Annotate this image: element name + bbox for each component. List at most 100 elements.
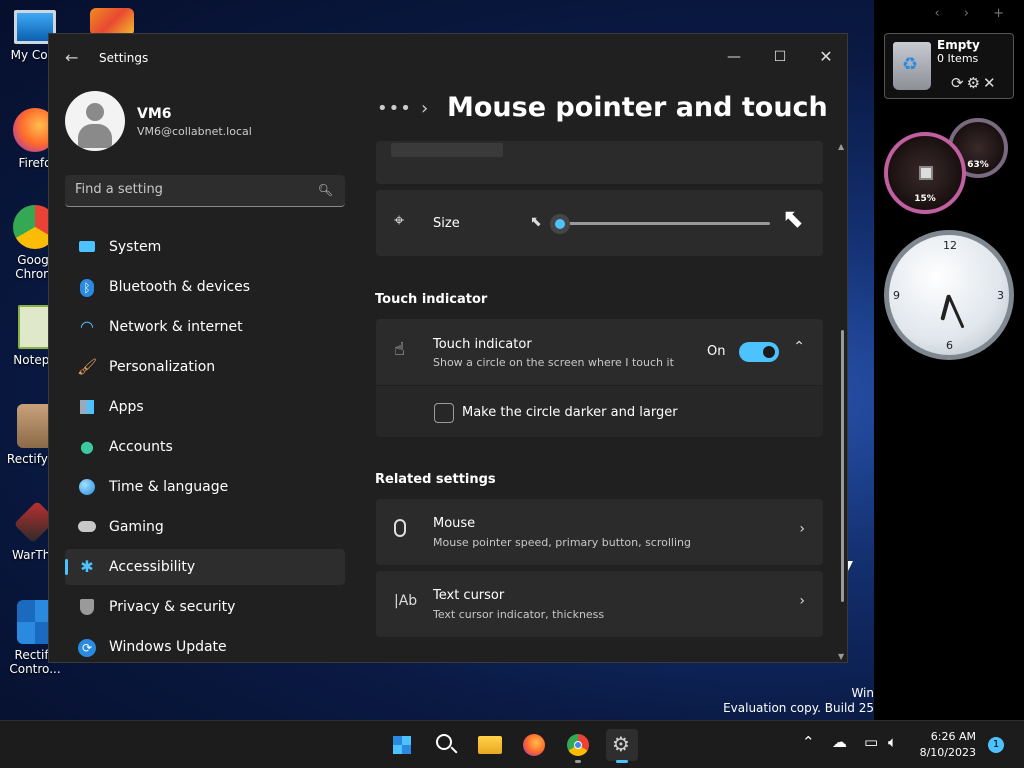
- avatar-body: [78, 124, 112, 148]
- touch-option-card: Make the circle darker and larger: [376, 386, 823, 437]
- recycle-bin-count: 0 Items: [937, 52, 979, 65]
- small-pointer-icon: ⬉: [530, 214, 542, 230]
- settings-taskbar-button[interactable]: ⚙: [606, 729, 638, 763]
- profile-email: VM6@collabnet.local: [137, 125, 252, 138]
- clock-number-3: 3: [997, 289, 1004, 302]
- search-icon-handle: [450, 746, 458, 754]
- close-button[interactable]: ✕: [803, 42, 847, 72]
- content-scrollbar[interactable]: ▲ ▼: [838, 142, 847, 662]
- maximize-button[interactable]: ☐: [757, 42, 803, 72]
- recycle-bin-controls[interactable]: ⟳⚙✕: [951, 74, 999, 92]
- gadget-panel: ‹ › +: [874, 0, 1024, 720]
- scroll-up-arrow-icon[interactable]: ▲: [838, 142, 844, 151]
- breadcrumb-overflow-button[interactable]: •••: [377, 98, 412, 119]
- scroll-down-arrow-icon[interactable]: ▼: [838, 652, 844, 661]
- firefox-icon: [523, 734, 545, 756]
- darker-circle-checkbox[interactable]: [434, 403, 454, 423]
- active-indicator: [65, 559, 68, 575]
- display-icon[interactable]: ▭: [864, 733, 878, 751]
- related-item-desc: Text cursor indicator, thickness: [433, 608, 605, 621]
- sidebar-item-windows-update[interactable]: ⟳ Windows Update: [65, 629, 345, 662]
- volume-icon[interactable]: 🔈︎: [888, 733, 897, 751]
- gauge-big: 15%: [884, 132, 966, 214]
- large-pointer-icon: ⬉: [782, 204, 804, 234]
- search-button[interactable]: [430, 729, 462, 761]
- person-icon: ●: [80, 437, 94, 456]
- sidebar-item-network[interactable]: ◠ Network & internet: [65, 309, 345, 345]
- firefox-taskbar-button[interactable]: [518, 729, 550, 761]
- taskbar-clock[interactable]: 6:26 AM 8/10/2023: [900, 729, 976, 761]
- shield-icon: [77, 597, 97, 617]
- gear-icon: ⚙: [612, 732, 630, 756]
- search-icon[interactable]: 🔍︎: [318, 183, 333, 197]
- title-bar: ← Settings — ☐ ✕: [49, 34, 847, 82]
- running-indicator: [575, 760, 581, 763]
- size-slider-thumb[interactable]: [550, 214, 570, 234]
- gadget-navigation[interactable]: ‹ › +: [934, 6, 1014, 21]
- windows-logo-icon: [391, 734, 413, 756]
- size-slider-track[interactable]: [560, 222, 770, 225]
- minimize-button[interactable]: —: [711, 42, 757, 72]
- active-app-indicator: [616, 760, 628, 763]
- profile-name: VM6: [137, 106, 172, 122]
- taskbar-time: 6:26 AM: [930, 730, 976, 743]
- bluetooth-icon: ᛒ: [77, 277, 97, 297]
- show-hidden-icons-button[interactable]: ⌃: [802, 733, 815, 751]
- clock-number-9: 9: [893, 289, 900, 302]
- sidebar-item-time-language[interactable]: Time & language: [65, 469, 345, 505]
- back-arrow-icon[interactable]: ←: [65, 48, 78, 67]
- apps-icon: [77, 397, 97, 417]
- chevron-right-icon: ›: [799, 593, 805, 609]
- search-box[interactable]: 🔍︎: [65, 175, 345, 207]
- scrollbar-thumb[interactable]: [841, 330, 844, 602]
- sidebar-item-system[interactable]: System: [65, 229, 345, 265]
- notification-badge[interactable]: 1: [988, 737, 1004, 753]
- recycle-bin-status: Empty: [937, 38, 980, 52]
- globe-icon: [77, 477, 97, 497]
- start-button[interactable]: [386, 729, 418, 761]
- gauge-center-icon: [919, 166, 933, 180]
- clock-minute-hand: [947, 294, 965, 329]
- network-offline-icon[interactable]: ☁: [832, 733, 847, 751]
- gamepad-icon: [77, 517, 97, 537]
- recycle-bin-gadget[interactable]: Empty 0 Items ⟳⚙✕: [884, 33, 1014, 99]
- search-input[interactable]: [75, 182, 305, 197]
- clock-gadget: 12 3 6 9: [884, 230, 1014, 360]
- mouse-icon: [394, 519, 406, 542]
- sidebar-item-label: Gaming: [109, 519, 164, 535]
- touch-indicator-desc: Show a circle on the screen where I touc…: [433, 356, 674, 369]
- sidebar-item-personalization[interactable]: 🖌︎ Personalization: [65, 349, 345, 385]
- sidebar-item-label: Personalization: [109, 359, 216, 375]
- clipped-control[interactable]: [391, 143, 503, 157]
- touch-indicator-title: Touch indicator: [433, 337, 532, 352]
- sidebar-item-apps[interactable]: Apps: [65, 389, 345, 425]
- sidebar-item-privacy[interactable]: Privacy & security: [65, 589, 345, 625]
- sidebar-item-label: Accessibility: [109, 559, 196, 575]
- watermark-line1: Win: [851, 686, 874, 700]
- sidebar-item-gaming[interactable]: Gaming: [65, 509, 345, 545]
- touch-indicator-toggle[interactable]: [739, 342, 779, 362]
- settings-window: ← Settings — ☐ ✕ VM6 VM6@collabnet.local…: [48, 33, 848, 663]
- touch-indicator-card[interactable]: ☝︎ Touch indicator Show a circle on the …: [376, 319, 823, 385]
- related-settings-heading: Related settings: [375, 472, 496, 487]
- touch-indicator-state: On: [707, 344, 726, 359]
- sidebar-item-label: Privacy & security: [109, 599, 236, 615]
- clock-number-12: 12: [943, 239, 957, 252]
- sidebar-item-label: Network & internet: [109, 319, 243, 335]
- avatar: [65, 91, 125, 151]
- page-title: Mouse pointer and touch: [447, 92, 828, 123]
- sidebar-item-accounts[interactable]: ● Accounts: [65, 429, 345, 465]
- touch-hand-icon: ☝︎: [394, 339, 405, 360]
- related-item-mouse[interactable]: Mouse Mouse pointer speed, primary butto…: [376, 499, 823, 565]
- notepad-icon: [18, 305, 52, 349]
- sidebar-item-bluetooth[interactable]: ᛒ Bluetooth & devices: [65, 269, 345, 305]
- file-explorer-button[interactable]: [474, 729, 506, 761]
- sidebar-item-label: Windows Update: [109, 639, 227, 655]
- related-item-title: Mouse: [433, 516, 476, 531]
- related-item-text-cursor[interactable]: |Ab Text cursor Text cursor indicator, t…: [376, 571, 823, 637]
- avatar-head: [86, 103, 104, 121]
- chrome-taskbar-button[interactable]: [562, 729, 594, 763]
- chevron-up-icon[interactable]: ⌃: [793, 339, 805, 355]
- recycle-bin-icon: [893, 42, 931, 90]
- sidebar-item-accessibility[interactable]: ✱ Accessibility: [65, 549, 345, 585]
